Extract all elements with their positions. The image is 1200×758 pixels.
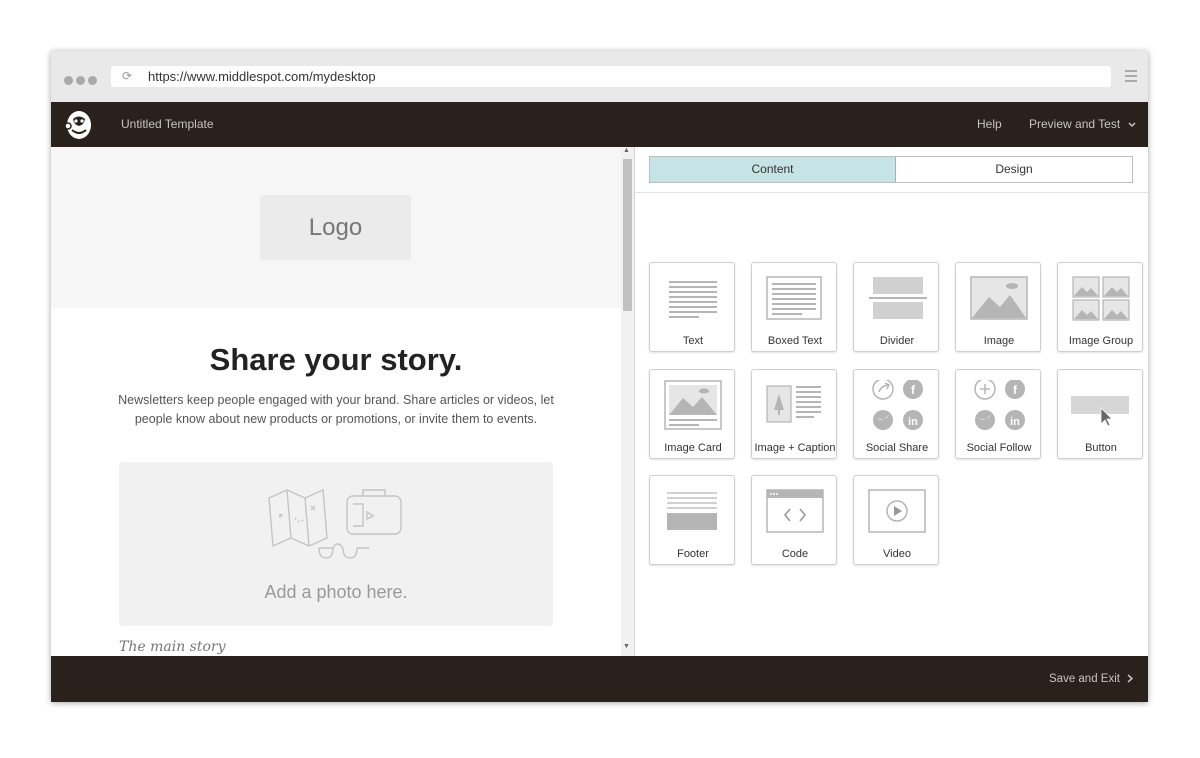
panel-tabs: Content Design bbox=[649, 156, 1133, 183]
block-image[interactable]: Image bbox=[955, 262, 1041, 352]
window-dot-icon[interactable] bbox=[64, 76, 73, 85]
chimp-logo-icon[interactable] bbox=[64, 109, 94, 141]
tab-design[interactable]: Design bbox=[896, 157, 1132, 182]
chevron-right-icon bbox=[1127, 674, 1134, 684]
block-label: Code bbox=[781, 548, 809, 560]
footer-block-icon bbox=[667, 492, 717, 530]
browser-window: ⟳ https://www.middlespot.com/mydesktop U… bbox=[51, 51, 1148, 702]
image-caption-block-icon bbox=[766, 385, 821, 423]
block-footer[interactable]: Footer bbox=[649, 475, 735, 565]
video-block-icon bbox=[868, 489, 926, 533]
app-header: Untitled Template Help Preview and Test bbox=[51, 102, 1148, 147]
preview-label: Preview and Test bbox=[1029, 117, 1121, 131]
block-code[interactable]: Code bbox=[751, 475, 837, 565]
scroll-up-arrow-icon[interactable]: ▲ bbox=[623, 147, 630, 154]
content-panel: Content Design Text Boxed Text Divider I… bbox=[635, 147, 1148, 656]
block-label: Image Card bbox=[664, 442, 722, 454]
divider-block-icon bbox=[869, 277, 927, 319]
block-label: Button bbox=[1085, 442, 1117, 454]
photo-placeholder[interactable]: Add a photo here. bbox=[119, 462, 553, 626]
block-label: Image Group bbox=[1068, 335, 1134, 347]
image-card-block-icon bbox=[664, 380, 722, 430]
block-social-share[interactable]: f in Social Share bbox=[853, 369, 939, 459]
block-boxed-text[interactable]: Boxed Text bbox=[751, 262, 837, 352]
svg-text:in: in bbox=[1010, 416, 1020, 428]
save-and-exit-label: Save and Exit bbox=[1049, 673, 1120, 685]
block-image-card[interactable]: Image Card bbox=[649, 369, 735, 459]
social-share-block-icon: f in bbox=[872, 380, 923, 430]
save-and-exit-button[interactable]: Save and Exit bbox=[1049, 673, 1134, 685]
url-text[interactable]: https://www.middlespot.com/mydesktop bbox=[148, 69, 376, 84]
chevron-down-icon bbox=[1127, 122, 1136, 127]
block-label: Image bbox=[983, 335, 1015, 347]
canvas-scrollbar[interactable]: ▲ ▼ bbox=[621, 147, 634, 656]
block-divider[interactable]: Divider bbox=[853, 262, 939, 352]
email-canvas: Logo Share your story. Newsletters keep … bbox=[51, 147, 621, 656]
tab-content[interactable]: Content bbox=[650, 157, 896, 182]
block-label: Divider bbox=[879, 335, 915, 347]
window-dot-icon[interactable] bbox=[76, 76, 85, 85]
block-label: Video bbox=[883, 548, 911, 560]
block-label: Social Follow bbox=[966, 442, 1032, 454]
scroll-down-arrow-icon[interactable]: ▼ bbox=[623, 643, 630, 650]
block-label: Social Share bbox=[865, 442, 929, 454]
boxed-text-block-icon bbox=[766, 276, 822, 320]
code-block-icon bbox=[766, 489, 824, 533]
scroll-thumb[interactable] bbox=[623, 159, 632, 311]
panel-separator bbox=[635, 192, 1148, 193]
block-label: Image + Caption bbox=[754, 442, 836, 454]
headline[interactable]: Share your story. bbox=[51, 342, 621, 378]
block-label: Boxed Text bbox=[767, 335, 823, 347]
logo-placeholder[interactable]: Logo bbox=[260, 195, 411, 260]
block-social-follow[interactable]: f in Social Follow bbox=[955, 369, 1041, 459]
block-label: Text bbox=[682, 335, 704, 347]
logo-section[interactable]: Logo bbox=[51, 147, 621, 308]
template-title[interactable]: Untitled Template bbox=[121, 117, 214, 131]
app-footer: Save and Exit bbox=[51, 656, 1148, 702]
intro-text[interactable]: Newsletters keep people engaged with you… bbox=[111, 391, 561, 429]
add-photo-text: Add a photo here. bbox=[264, 582, 408, 602]
browser-menu-icon[interactable] bbox=[1125, 70, 1137, 85]
image-group-block-icon bbox=[1072, 276, 1130, 321]
block-video[interactable]: Video bbox=[853, 475, 939, 565]
reload-icon[interactable]: ⟳ bbox=[122, 69, 132, 83]
button-block-icon bbox=[1071, 396, 1129, 427]
social-follow-block-icon: f in bbox=[974, 380, 1025, 430]
text-block-icon bbox=[669, 281, 717, 318]
travel-illustration-icon bbox=[268, 488, 402, 559]
window-dot-icon[interactable] bbox=[88, 76, 97, 85]
preview-and-test-button[interactable]: Preview and Test bbox=[1029, 117, 1136, 131]
svg-text:in: in bbox=[908, 416, 918, 428]
image-block-icon bbox=[970, 276, 1028, 320]
block-label: Footer bbox=[677, 548, 709, 560]
window-controls bbox=[64, 72, 100, 90]
block-button[interactable]: Button bbox=[1057, 369, 1143, 459]
block-text[interactable]: Text bbox=[649, 262, 735, 352]
browser-chrome: ⟳ https://www.middlespot.com/mydesktop bbox=[51, 51, 1148, 102]
main-story-label[interactable]: The main story bbox=[119, 639, 226, 655]
block-image-group[interactable]: Image Group bbox=[1057, 262, 1143, 352]
help-link[interactable]: Help bbox=[977, 117, 1002, 131]
address-bar[interactable]: ⟳ https://www.middlespot.com/mydesktop bbox=[111, 66, 1111, 87]
block-image-caption[interactable]: Image + Caption bbox=[751, 369, 837, 459]
